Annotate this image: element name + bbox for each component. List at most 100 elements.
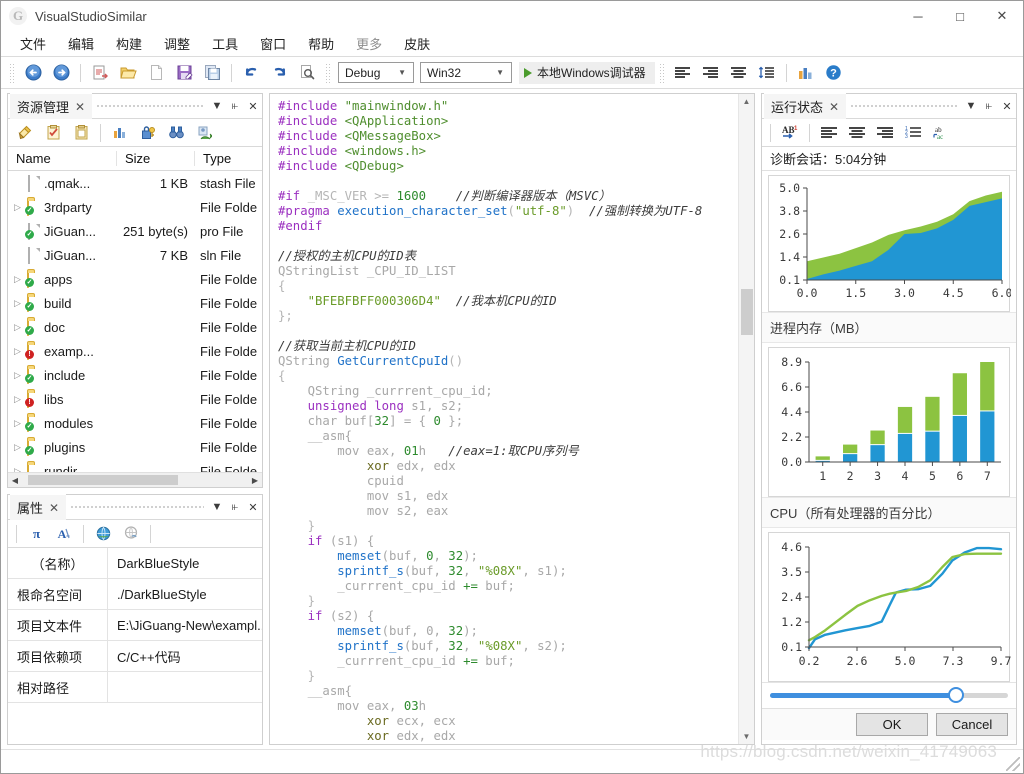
- checklist-icon[interactable]: [40, 122, 66, 144]
- events-globe-icon[interactable]: [118, 523, 144, 545]
- binoculars-icon[interactable]: [163, 122, 189, 144]
- save-icon[interactable]: [171, 61, 197, 85]
- lock-key-icon[interactable]: [135, 122, 161, 144]
- broom-icon[interactable]: [12, 122, 38, 144]
- scroll-up-icon[interactable]: ▲: [743, 94, 751, 109]
- cancel-button[interactable]: Cancel: [936, 713, 1008, 736]
- column-header-name[interactable]: Name: [8, 151, 116, 166]
- tree-row[interactable]: ▷! examp... File Folde: [8, 339, 262, 363]
- tree-row[interactable]: JiGuan... 7 KB sln File: [8, 243, 262, 267]
- scroll-right-icon[interactable]: ▶: [248, 476, 262, 485]
- scroll-track[interactable]: [739, 109, 755, 729]
- line-chart[interactable]: 0.1 1.2 2.4 3.5 4.6 0.2 2.6 5.0 7.3 9.7: [768, 532, 1011, 682]
- chevron-down-icon[interactable]: ▼: [208, 97, 226, 115]
- menu-item-more[interactable]: 更多: [345, 31, 393, 56]
- navigate-forward-icon[interactable]: [48, 61, 74, 85]
- dock-drag-handle[interactable]: [850, 97, 958, 115]
- column-header-type[interactable]: Type: [194, 151, 262, 166]
- tree-row[interactable]: ▷ ✓ include File Folde: [8, 363, 262, 387]
- categorized-icon[interactable]: π: [23, 523, 49, 545]
- new-project-icon[interactable]: [87, 61, 113, 85]
- menu-item-adjust[interactable]: 调整: [153, 31, 201, 56]
- chevron-down-icon[interactable]: ▼: [208, 498, 226, 516]
- tree-row[interactable]: ▷! libs File Folde: [8, 387, 262, 411]
- tab-close-icon[interactable]: ✕: [49, 501, 59, 515]
- property-value[interactable]: ./DarkBlueStyle: [108, 579, 262, 609]
- save-all-icon[interactable]: [199, 61, 225, 85]
- numbered-list-icon[interactable]: 123: [900, 122, 926, 144]
- tab-run-status[interactable]: 运行状态 ✕: [764, 92, 847, 120]
- tree-row[interactable]: ▷ ✓ modules File Folde: [8, 411, 262, 435]
- column-header-size[interactable]: Size: [116, 151, 194, 166]
- align-left-icon[interactable]: [816, 122, 842, 144]
- ok-button[interactable]: OK: [856, 713, 928, 736]
- timeline-slider[interactable]: [762, 682, 1016, 708]
- start-debugging-button[interactable]: 本地Windows调试器: [519, 61, 655, 84]
- property-row[interactable]: 项目依赖项 C/C++代码: [8, 641, 262, 672]
- pin-icon[interactable]: ⫦: [226, 97, 244, 115]
- dock-drag-handle[interactable]: [70, 498, 204, 516]
- scroll-left-icon[interactable]: ◀: [8, 476, 22, 485]
- menu-item-file[interactable]: 文件: [9, 31, 57, 56]
- expander-icon[interactable]: ▷: [12, 394, 23, 405]
- tree-row[interactable]: ✓ JiGuan... 251 byte(s) pro File: [8, 219, 262, 243]
- align-center-icon[interactable]: [726, 61, 752, 85]
- tree-row[interactable]: ▷ ✓ plugins File Folde: [8, 435, 262, 459]
- property-value[interactable]: [108, 672, 262, 702]
- cpu-chart[interactable]: 1 2 3 4 5 6 7 0.0 2.2 4.4 6.6 8.9: [768, 347, 1010, 497]
- menu-item-skin[interactable]: 皮肤: [393, 31, 441, 56]
- menu-item-build[interactable]: 构建: [105, 31, 153, 56]
- alphabetical-icon[interactable]: A: [51, 523, 77, 545]
- line-spacing-icon[interactable]: [754, 61, 780, 85]
- properties-globe-icon[interactable]: [90, 523, 116, 545]
- toolbar-grip[interactable]: [9, 62, 15, 83]
- scroll-track[interactable]: [22, 474, 248, 486]
- configuration-combo[interactable]: Debug ▼: [338, 62, 414, 83]
- tab-solution-explorer[interactable]: 资源管理 ✕: [10, 92, 93, 120]
- tree-row[interactable]: ▷ ✓ build File Folde: [8, 291, 262, 315]
- tree-row[interactable]: .qmak... 1 KB stash File: [8, 171, 262, 195]
- align-right-icon[interactable]: [872, 122, 898, 144]
- dock-drag-handle[interactable]: [96, 97, 204, 115]
- new-file-icon[interactable]: [143, 61, 169, 85]
- align-right-icon[interactable]: [698, 61, 724, 85]
- tab-close-icon[interactable]: ✕: [829, 100, 839, 114]
- code-editor[interactable]: #include "mainwindow.h" #include <QApplic…: [269, 93, 755, 745]
- close-icon[interactable]: ✕: [244, 97, 262, 115]
- editor-vertical-scrollbar[interactable]: ▲ ▼: [738, 94, 754, 744]
- maximize-icon[interactable]: □: [939, 2, 981, 31]
- find-icon[interactable]: [294, 61, 320, 85]
- undo-icon[interactable]: [238, 61, 264, 85]
- scroll-thumb[interactable]: [28, 475, 178, 485]
- expander-icon[interactable]: ▷: [12, 322, 23, 333]
- replace-icon[interactable]: ab ac: [928, 122, 954, 144]
- property-row[interactable]: 相对路径: [8, 672, 262, 703]
- property-value[interactable]: DarkBlueStyle: [108, 548, 262, 578]
- minimize-icon[interactable]: ─: [897, 2, 939, 31]
- tree-row[interactable]: ▷ ✓ apps File Folde: [8, 267, 262, 291]
- slider-knob[interactable]: [947, 687, 964, 703]
- expander-icon[interactable]: ▷: [12, 202, 23, 213]
- pin-icon[interactable]: ⫦: [980, 97, 998, 115]
- navigate-back-icon[interactable]: [20, 61, 46, 85]
- spell-check-icon[interactable]: AB 1: [777, 122, 803, 144]
- open-folder-icon[interactable]: [115, 61, 141, 85]
- code-text[interactable]: #include "mainwindow.h" #include <QApplic…: [270, 94, 738, 744]
- property-value[interactable]: C/C++代码: [108, 641, 262, 671]
- property-row[interactable]: （名称） DarkBlueStyle: [8, 548, 262, 579]
- align-left-icon[interactable]: [670, 61, 696, 85]
- platform-combo[interactable]: Win32 ▼: [420, 62, 512, 83]
- help-icon[interactable]: ?: [821, 61, 847, 85]
- resize-grip[interactable]: [1006, 757, 1020, 771]
- clipboard-icon[interactable]: [68, 122, 94, 144]
- expander-icon[interactable]: ▷: [12, 466, 23, 473]
- tab-properties[interactable]: 属性 ✕: [10, 493, 67, 521]
- property-row[interactable]: 项目文本件 E:\JiGuang-New\exampl...: [8, 610, 262, 641]
- chart-icon[interactable]: [107, 122, 133, 144]
- memory-chart[interactable]: 0.1 1.4 2.6 3.8 5.0 0.0 1.5 3.0 4.5 6.0: [768, 175, 1011, 312]
- close-icon[interactable]: ✕: [981, 2, 1023, 31]
- chart-icon[interactable]: [793, 61, 819, 85]
- chevron-down-icon[interactable]: ▼: [962, 97, 980, 115]
- menu-item-help[interactable]: 帮助: [297, 31, 345, 56]
- align-center-icon[interactable]: [844, 122, 870, 144]
